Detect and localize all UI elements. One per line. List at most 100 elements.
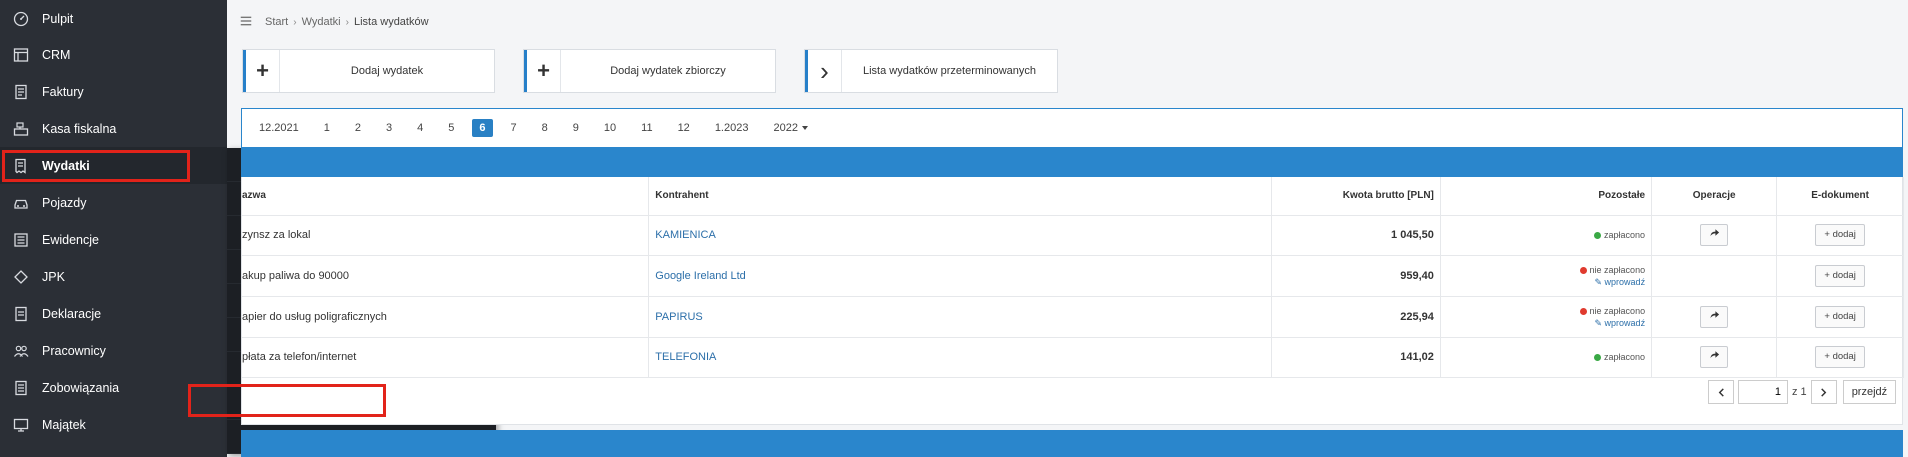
breadcrumb: Start › Wydatki › Lista wydatków [265,16,429,28]
page-input[interactable] [1738,380,1788,404]
status-dot-icon [1594,231,1602,239]
cell-remaining: zapłacono [1440,337,1653,378]
cell-edocument: + dodaj [1776,255,1904,297]
breadcrumb-start[interactable]: Start [265,16,288,28]
month-link[interactable]: 10 [597,119,623,137]
contractor-link[interactable]: TELEFONIA [655,351,716,363]
cell-operations [1651,255,1778,297]
col-edocument: E-dokument [1776,177,1904,216]
plus-icon: + [1824,229,1833,240]
month-link[interactable]: 3 [379,119,399,137]
chevron-right-icon [1821,387,1827,397]
add-bulk-expense-button[interactable]: + Dodaj wydatek zbiorczy [523,49,776,93]
sidebar-item-pojazdy[interactable]: Pojazdy [0,184,227,221]
page-total: z 1 [1792,386,1807,398]
sidebar-item-deklaracje[interactable]: Deklaracje [0,295,227,332]
year-value: 2022 [773,122,798,134]
records-icon [0,232,42,248]
month-link[interactable]: 12.2021 [252,119,306,137]
month-link[interactable]: 11 [634,119,659,137]
month-link[interactable]: 2 [348,119,368,137]
contractor-link[interactable]: PAPIRUS [655,311,702,323]
status-text: zapłacono [1604,351,1646,362]
month-link[interactable]: 7 [504,119,524,137]
share-button[interactable] [1700,224,1729,246]
plus-icon: + [1824,310,1833,322]
table-row[interactable]: płata za telefon/internet TELEFONIA 141,02… [242,337,1904,378]
sidebar-item-pulpit[interactable]: Pulpit [0,0,227,37]
add-edocument-button[interactable]: + dodaj [1815,346,1865,368]
add-label: dodaj [1832,229,1856,240]
sidebar-item-wydatki[interactable]: Wydatki [0,147,227,184]
sidebar-item-label: Pracownicy [42,343,106,358]
month-selector: 12.2021 1 2 3 4 5 6 7 8 9 10 11 12 1.2023 2022 [241,108,1903,147]
sidebar-item-crm[interactable]: CRM [0,36,227,73]
sidebar-item-label: JPK [42,269,65,284]
month-link[interactable]: 4 [410,119,430,137]
col-name[interactable]: azwa [242,177,650,216]
col-contractor[interactable]: Kontrahent [648,177,1272,216]
assets-icon [0,417,42,433]
enter-payment-link[interactable]: ✎ wprowadź [1447,276,1646,288]
edit-icon: ✎ [1594,276,1605,287]
col-operations: Operacje [1651,177,1778,216]
hamburger-icon[interactable] [239,14,255,30]
add-label: dodaj [1832,310,1856,322]
edit-icon: ✎ [1594,317,1605,328]
sidebar-item-label: Pojazdy [42,195,87,210]
month-link[interactable]: 12 [671,119,697,137]
prev-page-button[interactable] [1708,380,1734,404]
month-link[interactable]: 5 [441,119,461,137]
enter-payment-link[interactable]: ✎ wprowadź [1447,317,1646,329]
sidebar-item-ewidencje[interactable]: Ewidencje [0,221,227,258]
contractor-link[interactable]: KAMIENICA [655,229,716,241]
cell-gross: 141,02 [1271,337,1441,378]
dashboard-icon [0,11,42,27]
table-row[interactable]: apier do usług poligraficznych PAPIRUS 225… [242,296,1904,338]
month-link[interactable]: 1.2023 [708,119,756,137]
sidebar-item-pracownicy[interactable]: Pracownicy [0,332,227,369]
table-row[interactable]: akup paliwa do 90000 Google Ireland Ltd 95… [242,255,1904,297]
add-expense-button[interactable]: + Dodaj wydatek [242,49,495,93]
sidebar-item-majątek[interactable]: Majątek [0,406,227,443]
cell-gross: 225,94 [1271,296,1441,338]
table-row[interactable]: zynsz za lokal KAMIENICA 1 045,50 zapłacono… [242,215,1904,256]
car-icon [0,195,42,211]
status-text: nie zapłacono [1589,264,1646,275]
go-button[interactable]: przejdź [1842,380,1897,404]
share-button[interactable] [1700,346,1729,368]
month-link[interactable]: 9 [566,119,586,137]
contractor-link[interactable]: Google Ireland Ltd [655,270,746,282]
share-button[interactable] [1700,305,1729,328]
cell-contractor: PAPIRUS [648,296,1272,338]
month-link[interactable]: 6 [472,119,493,137]
cell-name: płata za telefon/internet [242,337,650,378]
sidebar-item-zobowiązania[interactable]: Zobowiązania [0,369,227,406]
pagination: z 1 przejdź [1708,380,1897,404]
month-link[interactable]: 1 [317,119,337,137]
overdue-expenses-button[interactable]: › Lista wydatków przeterminowanych [804,49,1058,93]
sidebar-item-jpk[interactable]: JPK [0,258,227,295]
cell-contractor: Google Ireland Ltd [648,255,1272,297]
sidebar-item-faktury[interactable]: Faktury [0,73,227,110]
cell-gross: 1 045,50 [1271,215,1441,256]
year-dropdown[interactable]: 2022 [766,119,814,137]
sidebar-item-kasa-fiskalna[interactable]: Kasa fiskalna [0,110,227,147]
add-edocument-button[interactable]: + dodaj [1815,264,1865,287]
sidebar-item-label: Deklaracje [42,306,102,321]
enter-payment-label: wprowadź [1604,276,1646,287]
share-icon [1710,310,1719,318]
cell-name: apier do usług poligraficznych [242,296,650,338]
col-gross[interactable]: Kwota brutto [PLN] [1271,177,1441,216]
invoice-icon [0,84,42,100]
sidebar-item-label: Ewidencje [42,232,99,247]
cash-register-icon [0,121,42,137]
cell-edocument: + dodaj [1776,337,1904,378]
next-page-button[interactable] [1810,380,1837,404]
breadcrumb-current: Lista wydatków [353,16,429,28]
add-edocument-button[interactable]: + dodaj [1815,224,1865,246]
month-link[interactable]: 8 [535,119,555,137]
status-badge: zapłacono [1447,229,1645,242]
breadcrumb-section[interactable]: Wydatki [302,16,341,28]
add-edocument-button[interactable]: + dodaj [1815,305,1865,328]
